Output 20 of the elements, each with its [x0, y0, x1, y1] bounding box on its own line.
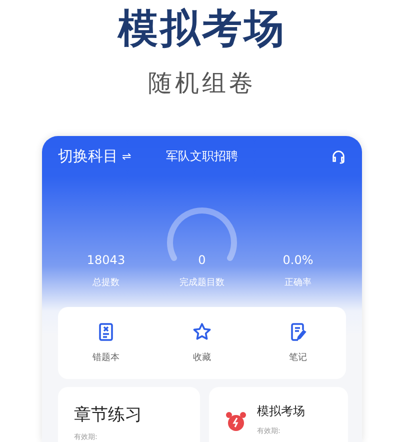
stat-label: 完成题目数	[180, 276, 224, 289]
stat-label: 正确率	[284, 276, 312, 289]
headline: 模拟考场	[118, 5, 286, 54]
stat-value: 0.0%	[282, 252, 314, 268]
stat-value: 18043	[86, 252, 126, 268]
switch-subject-button[interactable]: 切换科目 ⇌	[58, 146, 138, 166]
stat-value: 0	[198, 252, 206, 268]
subtitle: 随机组卷	[148, 68, 256, 98]
note-icon	[288, 322, 308, 342]
card-title: 章节练习	[74, 404, 142, 426]
stat-label: 总提数	[92, 276, 120, 289]
tool-button[interactable]: 笔记	[288, 322, 308, 364]
star-icon	[192, 322, 212, 342]
wrong-book-icon	[96, 322, 116, 342]
alarm-clock-icon	[225, 411, 247, 433]
headset-icon[interactable]	[331, 148, 346, 164]
exam-title: 军队文职招聘	[166, 148, 238, 164]
card-title: 模拟考场	[257, 403, 305, 420]
tool-button[interactable]: 错题本	[92, 322, 120, 364]
tool-button[interactable]: 收藏	[192, 322, 212, 364]
